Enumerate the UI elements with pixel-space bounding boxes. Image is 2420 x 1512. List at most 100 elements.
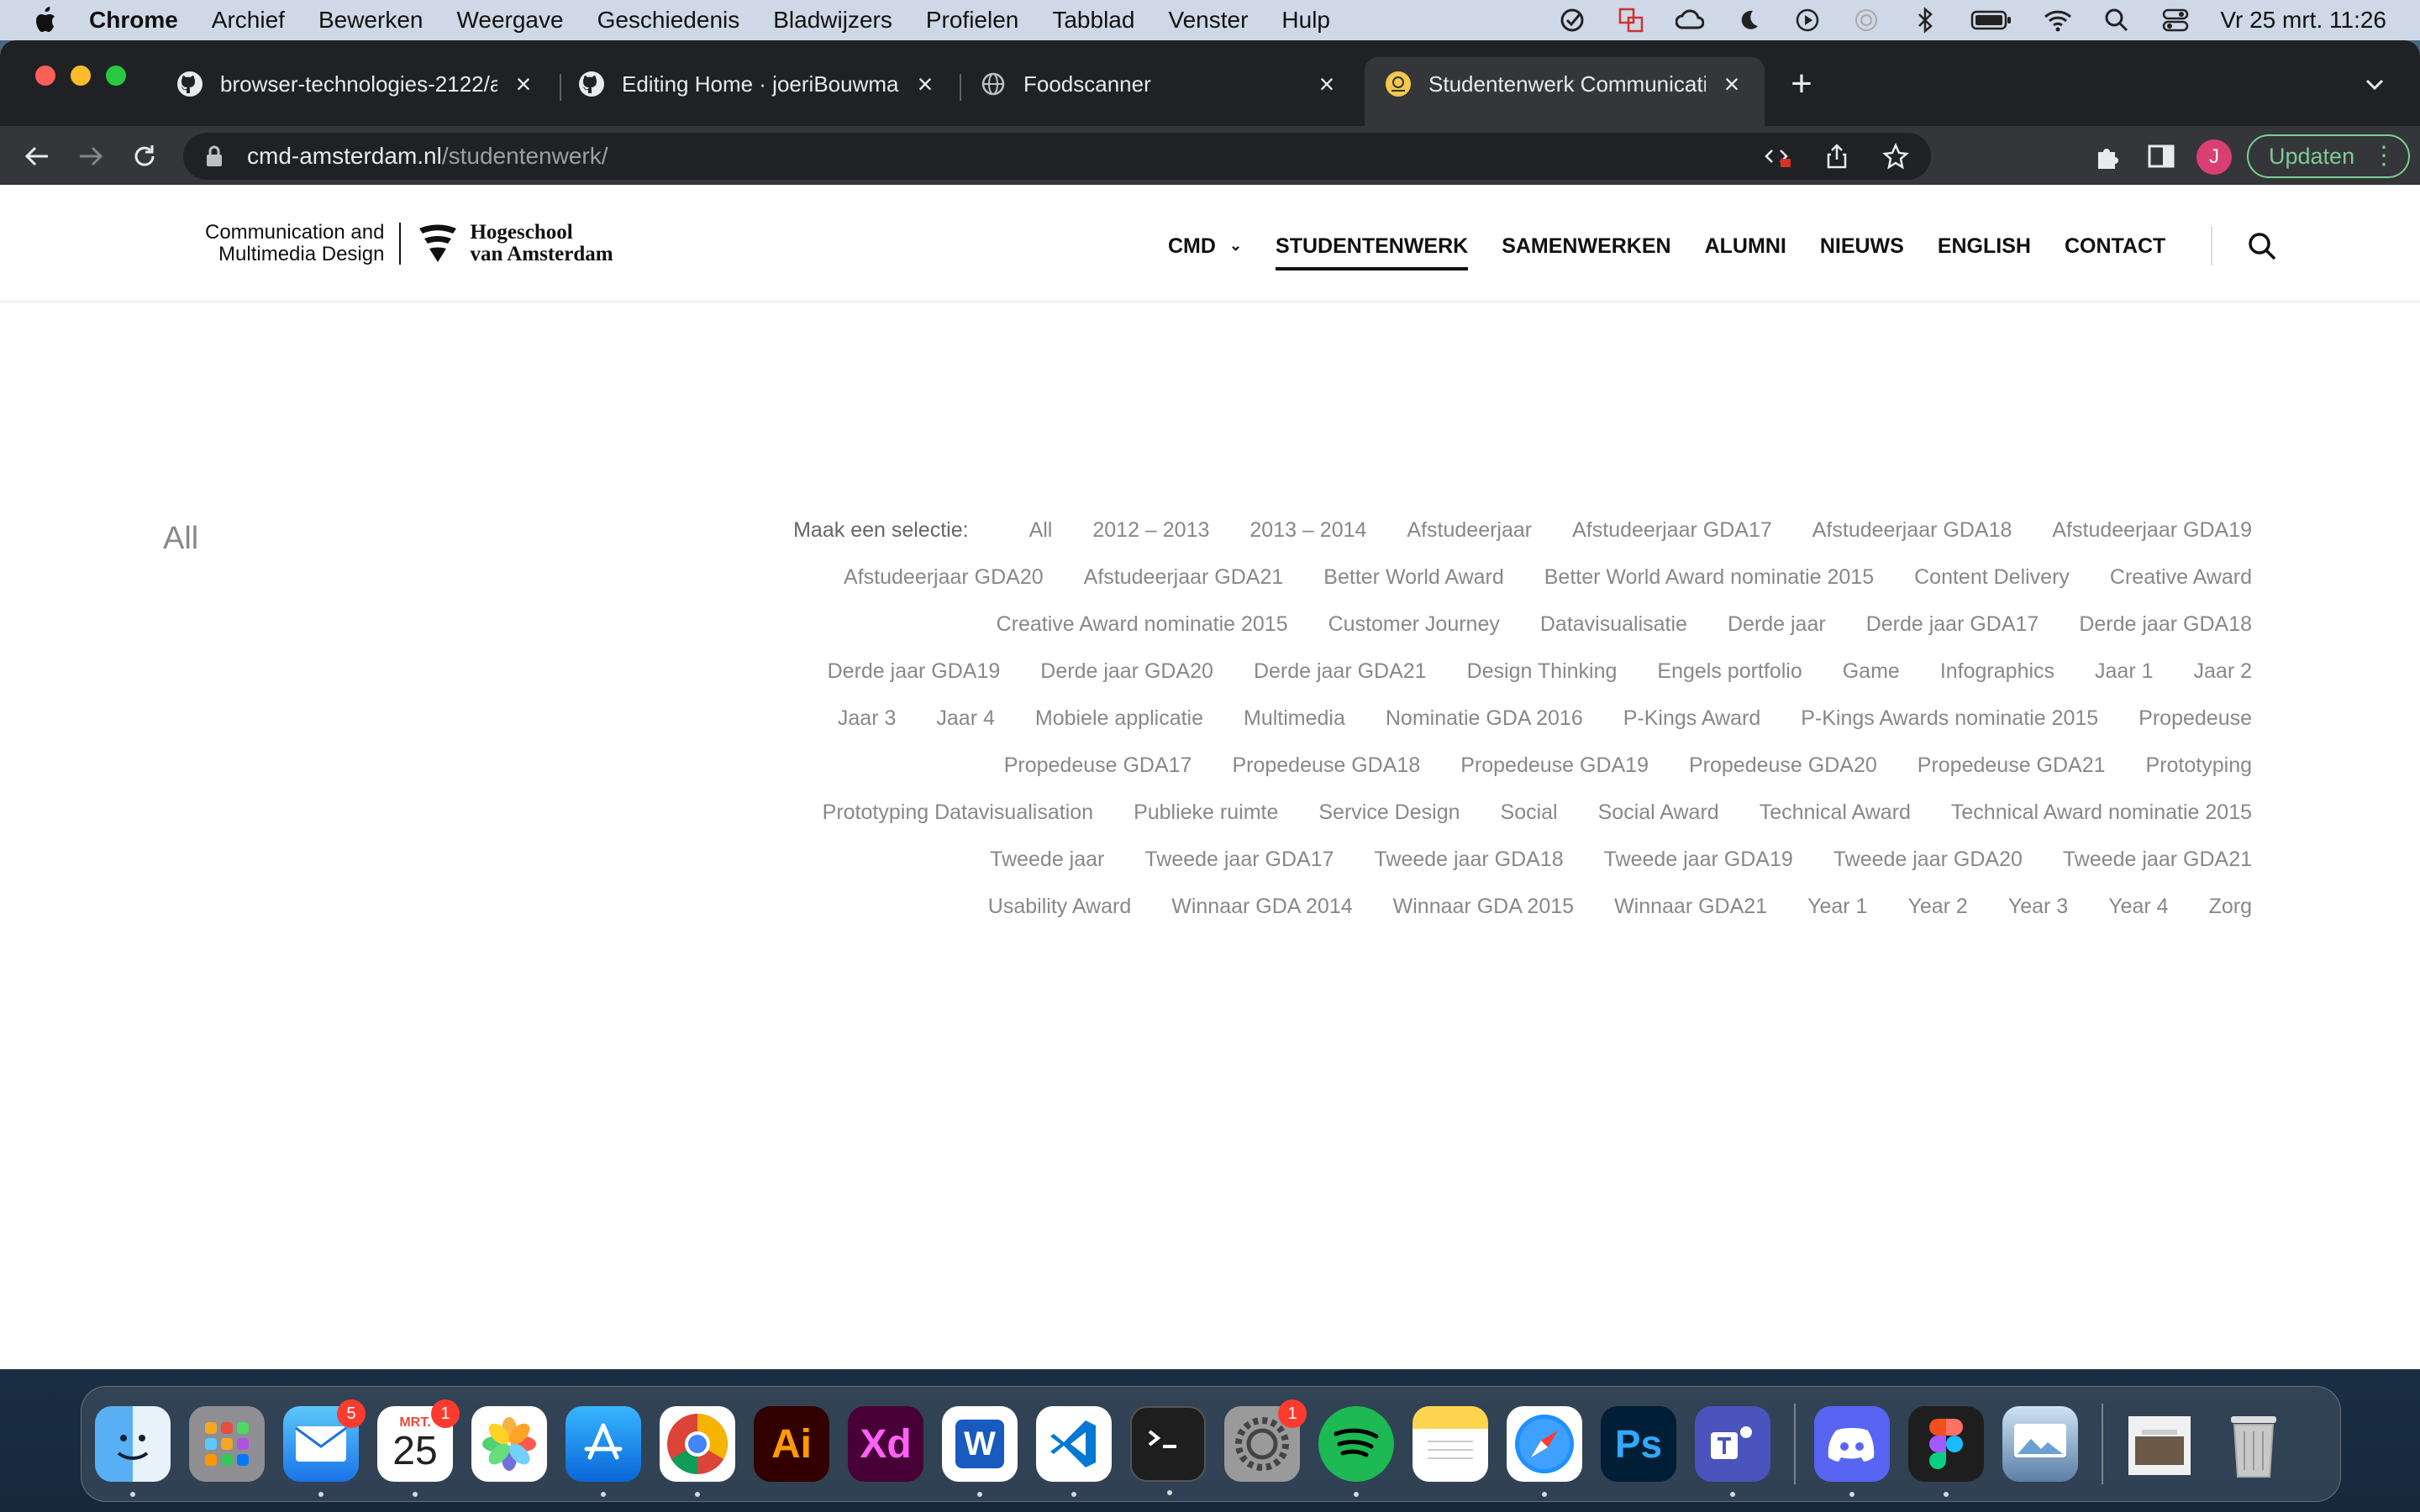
- filter-tag[interactable]: Game: [1843, 657, 1900, 685]
- nav-english[interactable]: ENGLISH: [1938, 234, 2031, 259]
- filter-tag[interactable]: Social Award: [1598, 798, 1719, 827]
- control-center-icon[interactable]: [2161, 6, 2190, 34]
- word-icon[interactable]: W: [942, 1406, 1018, 1497]
- filter-tag[interactable]: Jaar 2: [2194, 657, 2252, 685]
- filter-tag[interactable]: Mobiele applicatie: [1035, 704, 1203, 732]
- filter-tag[interactable]: Technical Award: [1760, 798, 1911, 827]
- filter-tag[interactable]: Derde jaar GDA20: [1040, 657, 1213, 685]
- filter-tag[interactable]: Afstudeerjaar GDA19: [2052, 516, 2252, 544]
- share-icon[interactable]: [1822, 141, 1852, 171]
- photos-icon[interactable]: [471, 1406, 547, 1482]
- filter-tag[interactable]: Propedeuse GDA20: [1689, 751, 1877, 780]
- filter-tag[interactable]: Afstudeerjaar GDA18: [1812, 516, 2012, 544]
- filter-tag[interactable]: Creative Award: [2110, 563, 2252, 591]
- cloud-sync-icon[interactable]: [1676, 6, 1705, 34]
- filter-tag[interactable]: Technical Award nominatie 2015: [1951, 798, 2252, 827]
- discord-icon[interactable]: [1814, 1406, 1890, 1497]
- search-icon[interactable]: [2246, 230, 2278, 262]
- filter-tag[interactable]: Publieke ruimte: [1134, 798, 1278, 827]
- zoom-window-button[interactable]: [106, 66, 126, 86]
- forward-arrow-icon[interactable]: [72, 138, 109, 175]
- filter-tag[interactable]: All: [1029, 516, 1053, 544]
- launchpad-icon[interactable]: [189, 1406, 265, 1482]
- bookmark-star-icon[interactable]: [1881, 141, 1911, 171]
- tab-editing-home[interactable]: Editing Home · joeriBouwman2 ×: [558, 57, 958, 111]
- filter-tag[interactable]: Tweede jaar GDA20: [1833, 845, 2023, 874]
- menu-geschiedenis[interactable]: Geschiedenis: [597, 7, 740, 34]
- translate-status-icon[interactable]: [1617, 6, 1645, 34]
- filter-tag[interactable]: 2013 – 2014: [1249, 516, 1366, 544]
- teams-icon[interactable]: [1695, 1406, 1770, 1497]
- filter-tag[interactable]: Zorg: [2209, 892, 2252, 921]
- illustrator-icon[interactable]: Ai: [754, 1406, 829, 1482]
- checkmark-status-icon[interactable]: [1558, 6, 1586, 34]
- menu-hulp[interactable]: Hulp: [1281, 7, 1330, 34]
- filter-tag[interactable]: Usability Award: [988, 892, 1131, 921]
- chrome-icon[interactable]: [660, 1406, 735, 1497]
- menu-archief[interactable]: Archief: [212, 7, 285, 34]
- nav-cmd[interactable]: CMD ⌄: [1168, 234, 1242, 259]
- filter-tag[interactable]: Engels portfolio: [1657, 657, 1802, 685]
- safari-icon[interactable]: [1507, 1406, 1582, 1497]
- back-arrow-icon[interactable]: [18, 138, 55, 175]
- bluetooth-icon[interactable]: [1911, 6, 1939, 34]
- filter-tag[interactable]: Derde jaar GDA18: [2079, 610, 2252, 638]
- tab-studentenwerk[interactable]: Studentenwerk Communication ×: [1365, 57, 1765, 126]
- figma-icon[interactable]: [1908, 1406, 1984, 1497]
- filter-tag[interactable]: Social: [1501, 798, 1558, 827]
- filter-tag[interactable]: Afstudeerjaar GDA17: [1572, 516, 1772, 544]
- filter-tag[interactable]: Year 2: [1907, 892, 1967, 921]
- side-panel-icon[interactable]: [2143, 138, 2180, 175]
- trash-icon[interactable]: [2216, 1406, 2291, 1482]
- filter-tag[interactable]: Jaar 1: [2095, 657, 2153, 685]
- spotify-icon[interactable]: [1318, 1406, 1394, 1497]
- wifi-icon[interactable]: [2044, 6, 2072, 34]
- site-logo[interactable]: Communication and Multimedia Design Hoge…: [205, 222, 613, 265]
- filter-tag[interactable]: Propedeuse: [2139, 704, 2252, 732]
- filter-tag[interactable]: Winnaar GDA 2014: [1171, 892, 1352, 921]
- address-bar[interactable]: cmd-amsterdam.nl/studentenwerk/: [183, 133, 1931, 180]
- profile-avatar[interactable]: J: [2196, 139, 2232, 175]
- filter-tag[interactable]: Winnaar GDA 2015: [1393, 892, 1574, 921]
- filter-tag[interactable]: Content Delivery: [1914, 563, 2070, 591]
- close-tab-icon[interactable]: ×: [511, 71, 536, 97]
- update-button[interactable]: Updaten ⋮: [2247, 134, 2410, 178]
- filter-tag[interactable]: Jaar 4: [936, 704, 994, 732]
- filter-tag[interactable]: Year 4: [2108, 892, 2168, 921]
- menu-weergave[interactable]: Weergave: [456, 7, 563, 34]
- filter-tag[interactable]: Year 1: [1807, 892, 1867, 921]
- filter-tag[interactable]: Tweede jaar GDA21: [2063, 845, 2252, 874]
- menu-venster[interactable]: Venster: [1168, 7, 1248, 34]
- filter-tag[interactable]: Derde jaar GDA19: [828, 657, 1001, 685]
- extensions-puzzle-icon[interactable]: [2089, 138, 2126, 175]
- filter-tag[interactable]: Afstudeerjaar GDA21: [1084, 563, 1284, 591]
- photoshop-icon[interactable]: Ps: [1601, 1406, 1676, 1482]
- filter-tag[interactable]: Multimedia: [1244, 704, 1345, 732]
- menu-bewerken[interactable]: Bewerken: [318, 7, 424, 34]
- filter-tag[interactable]: Propedeuse GDA17: [1004, 751, 1192, 780]
- close-window-button[interactable]: [35, 66, 55, 86]
- tab-search-chevron-icon[interactable]: [2360, 69, 2390, 99]
- filter-tag[interactable]: Better World Award: [1323, 563, 1503, 591]
- filter-tag[interactable]: Tweede jaar: [990, 845, 1104, 874]
- menu-tabblad[interactable]: Tabblad: [1052, 7, 1134, 34]
- moon-icon[interactable]: [1734, 6, 1763, 34]
- filter-tag[interactable]: Service Design: [1318, 798, 1460, 827]
- filter-tag[interactable]: Tweede jaar GDA19: [1604, 845, 1793, 874]
- play-icon[interactable]: [1793, 6, 1822, 34]
- filter-tag[interactable]: Customer Journey: [1328, 610, 1500, 638]
- close-tab-icon[interactable]: ×: [1719, 71, 1744, 97]
- filter-tag[interactable]: Winnaar GDA21: [1614, 892, 1767, 921]
- apple-icon[interactable]: [30, 3, 59, 37]
- nav-samenwerken[interactable]: SAMENWERKEN: [1502, 234, 1670, 259]
- filter-tag[interactable]: P-Kings Award: [1623, 704, 1761, 732]
- mail-icon[interactable]: 5: [283, 1399, 366, 1497]
- filter-tag[interactable]: Creative Award nominatie 2015: [997, 610, 1288, 638]
- nav-alumni[interactable]: ALUMNI: [1705, 234, 1786, 259]
- filter-tag[interactable]: Tweede jaar GDA18: [1375, 845, 1564, 874]
- filter-tag[interactable]: Propedeuse GDA19: [1460, 751, 1649, 780]
- tab-foodscanner[interactable]: Foodscanner ×: [960, 57, 1360, 111]
- filter-tag[interactable]: Prototyping: [2146, 751, 2252, 780]
- close-tab-icon[interactable]: ×: [913, 71, 938, 97]
- filter-tag[interactable]: Derde jaar GDA17: [1866, 610, 2039, 638]
